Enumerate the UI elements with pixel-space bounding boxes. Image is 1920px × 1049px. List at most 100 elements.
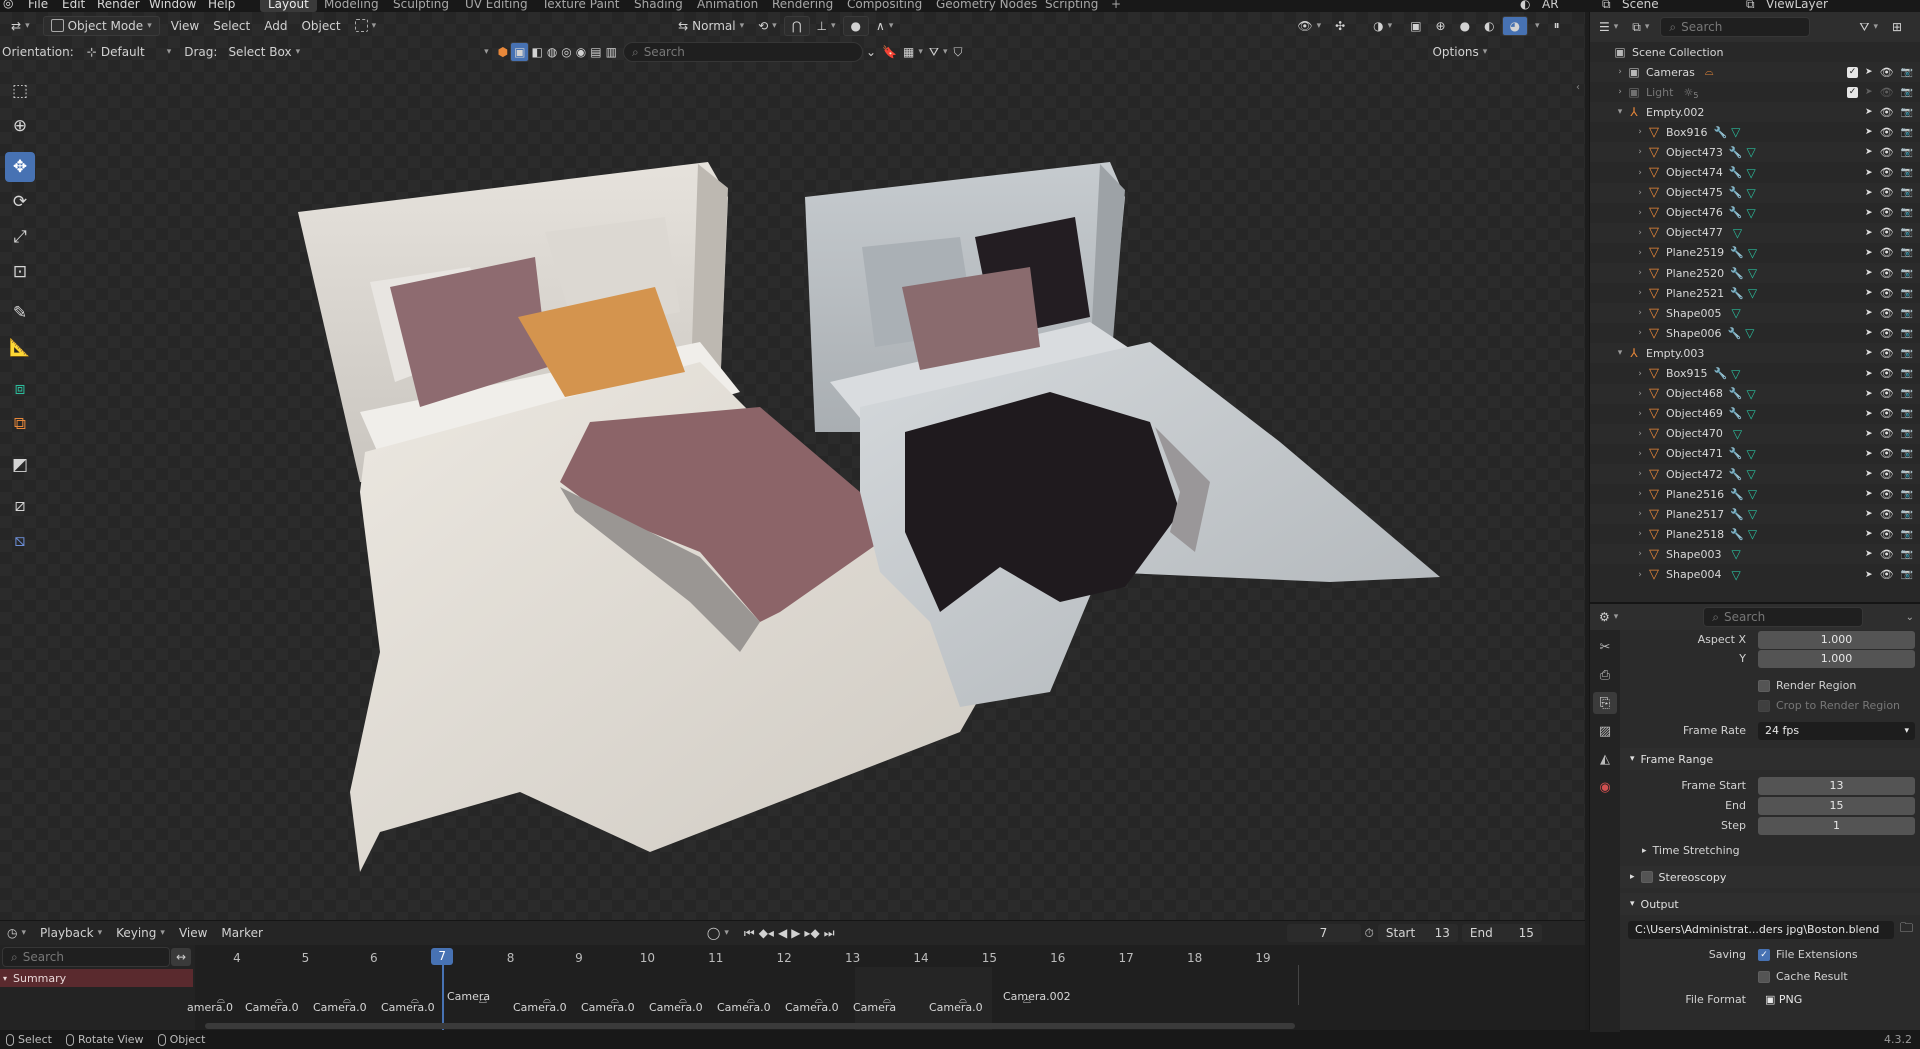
menu-help[interactable]: Help <box>208 0 235 11</box>
aspect-x-field[interactable]: 1.000 <box>1758 630 1915 649</box>
tab-workspace-sculpting[interactable]: Sculpting <box>385 0 457 11</box>
exclude-checkbox[interactable]: ✓ <box>1847 66 1859 78</box>
modifier-wrench-icon[interactable]: 🔧 <box>1729 387 1743 400</box>
outliner-search-input[interactable]: ⌕ Search <box>1660 17 1811 37</box>
play-reverse-button[interactable]: ◀ <box>776 923 789 943</box>
mesh-data-icon[interactable]: ▽ <box>1731 367 1740 381</box>
render-camera-icon[interactable]: 📷 <box>1901 448 1913 459</box>
timeline-dopesheet[interactable]: 4 5 6 7 8 9 10 11 12 13 14 15 16 17 18 19 ⌓ amera.0 ⌓ Came… <box>187 945 1585 1031</box>
tab-workspace-scripting[interactable]: Scripting <box>1037 0 1106 11</box>
visibility-eye-icon[interactable]: 👁 <box>1880 246 1894 259</box>
selectable-arrow-icon[interactable]: ➤ <box>1865 328 1873 338</box>
scene-selector[interactable]: Scene <box>1622 0 1659 11</box>
tab-scene[interactable]: ◭ <box>1593 748 1617 770</box>
render-camera-icon[interactable]: 📷 <box>1901 388 1913 399</box>
render-camera-icon[interactable]: 📷 <box>1901 107 1913 118</box>
tab-workspace-shading[interactable]: Shading <box>626 0 691 11</box>
visibility-eye-icon[interactable]: 👁 <box>1880 186 1894 199</box>
render-camera-icon[interactable]: 📷 <box>1901 569 1913 580</box>
chevron-right-icon[interactable]: › <box>1634 268 1646 278</box>
visibility-eye-icon[interactable]: 👁 <box>1880 568 1894 581</box>
chevron-right-icon[interactable]: › <box>1634 409 1646 419</box>
mesh-data-icon[interactable]: ▽ <box>1748 507 1757 521</box>
modifier-wrench-icon[interactable]: 🔧 <box>1729 447 1743 460</box>
outliner-row-object469[interactable]: › ▽ Object469 🔧 ▽ ➤ 👁 📷 <box>1590 404 1920 424</box>
render-camera-icon[interactable]: 📷 <box>1901 348 1913 359</box>
render-camera-icon[interactable]: 📷 <box>1901 368 1913 379</box>
chevron-right-icon[interactable]: › <box>1634 308 1646 318</box>
visibility-eye-icon[interactable]: 👁 <box>1880 86 1894 99</box>
properties-editor-type-button[interactable]: ⚙ ▾ <box>1596 607 1621 627</box>
mesh-data-icon[interactable]: ▽ <box>1748 266 1757 280</box>
outliner-row-box915[interactable]: › ▽ Box915 🔧 ▽ ➤ 👁 📷 <box>1590 364 1920 384</box>
selectable-arrow-icon[interactable]: ➤ <box>1865 308 1873 318</box>
folder-icon[interactable]: 🗀 <box>1900 919 1913 941</box>
chevron-right-icon[interactable]: › <box>1634 228 1646 238</box>
selectable-arrow-icon[interactable]: ➤ <box>1865 168 1873 178</box>
selectable-arrow-icon[interactable]: ➤ <box>1865 449 1873 459</box>
next-keyframe-button[interactable]: ▸◆ <box>802 923 821 943</box>
mesh-data-icon[interactable]: ▽ <box>1747 387 1756 401</box>
outliner-editor-type-button[interactable]: ☰ ▾ <box>1596 17 1621 37</box>
render-camera-icon[interactable]: 📷 <box>1901 67 1913 78</box>
outliner-row-shape004[interactable]: › ▽ Shape004 ▽ ➤ 👁 📷 <box>1590 565 1920 585</box>
visibility-eye-icon[interactable]: 👁 <box>1880 508 1894 521</box>
selectable-arrow-icon[interactable]: ➤ <box>1865 489 1873 499</box>
chevron-right-icon[interactable]: › <box>1634 248 1646 258</box>
render-camera-icon[interactable]: 📷 <box>1901 549 1913 560</box>
selectable-arrow-icon[interactable]: ➤ <box>1865 509 1873 519</box>
selectable-arrow-icon[interactable]: ➤ <box>1865 147 1873 157</box>
modifier-wrench-icon[interactable]: 🔧 <box>1730 508 1744 521</box>
visibility-eye-icon[interactable]: 👁 <box>1880 327 1894 340</box>
menu-timeline-view[interactable]: View <box>172 923 214 943</box>
mesh-data-icon[interactable]: ▽ <box>1731 306 1740 320</box>
modifier-wrench-icon[interactable]: 🔧 <box>1713 367 1727 380</box>
modifier-wrench-icon[interactable]: 🔧 <box>1729 186 1743 199</box>
visibility-eye-icon[interactable]: 👁 <box>1880 206 1894 219</box>
file-format-selector[interactable]: ▣ PNG <box>1758 991 1915 1009</box>
frame-range-panel-header[interactable]: ▾ Frame Range <box>1620 748 1920 770</box>
visibility-eye-icon[interactable]: 👁 <box>1880 548 1894 561</box>
modifier-wrench-icon[interactable]: 🔧 <box>1729 206 1743 219</box>
mesh-data-icon[interactable]: ▽ <box>1745 326 1754 340</box>
outliner-row-shape005[interactable]: › ▽ Shape005 ▽ ➤ 👁 📷 <box>1590 303 1920 324</box>
play-button[interactable]: ▶ <box>789 923 802 943</box>
ar-icon[interactable]: ◐ <box>1520 0 1530 11</box>
selectable-arrow-icon[interactable]: ➤ <box>1865 67 1873 77</box>
outliner-row-plane2521[interactable]: › ▽ Plane2521 🔧 ▽ ➤ 👁 📷 <box>1590 283 1920 303</box>
chevron-right-icon[interactable]: › <box>1634 449 1646 459</box>
render-camera-icon[interactable]: 📷 <box>1901 268 1913 279</box>
menu-keying[interactable]: Keying ▾ <box>109 923 172 943</box>
chevron-right-icon[interactable]: › <box>1634 389 1646 399</box>
outliner-row-light[interactable]: › ▣ Light ☼ 5 ✓ ➤ 👁 📷 <box>1590 82 1920 102</box>
mesh-data-icon[interactable]: ▽ <box>1747 186 1756 200</box>
visibility-eye-icon[interactable]: 👁 <box>1880 307 1894 320</box>
render-camera-icon[interactable]: 📷 <box>1901 509 1913 520</box>
outliner-row-shape006[interactable]: › ▽ Shape006 🔧 ▽ ➤ 👁 📷 <box>1590 323 1920 343</box>
modifier-wrench-icon[interactable]: 🔧 <box>1729 166 1743 179</box>
mesh-data-icon[interactable]: ▽ <box>1747 407 1756 421</box>
tab-workspace-rendering[interactable]: Rendering <box>764 0 841 11</box>
chevron-right-icon[interactable]: › <box>1634 549 1646 559</box>
chevron-right-icon[interactable]: › <box>1634 509 1646 519</box>
chevron-right-icon[interactable]: › <box>1634 168 1646 178</box>
start-frame-field[interactable]: Start 13 <box>1377 924 1458 942</box>
visibility-eye-icon[interactable]: 👁 <box>1880 146 1894 159</box>
chevron-right-icon[interactable]: › <box>1634 127 1646 137</box>
output-panel-header[interactable]: ▾ Output <box>1620 893 1920 915</box>
selectable-arrow-icon[interactable]: ➤ <box>1865 529 1873 539</box>
modifier-wrench-icon[interactable]: 🔧 <box>1730 528 1744 541</box>
selectable-arrow-icon[interactable]: ➤ <box>1865 288 1873 298</box>
visibility-eye-icon[interactable]: 👁 <box>1880 287 1894 300</box>
outliner-row-empty-002[interactable]: ▾ ⅄ Empty.002 ➤ 👁 📷 <box>1590 102 1920 123</box>
chevron-right-icon[interactable]: › <box>1614 67 1626 77</box>
outliner-row-plane2520[interactable]: › ▽ Plane2520 🔧 ▽ ➤ 👁 📷 <box>1590 263 1920 283</box>
timeline-scrollbar[interactable] <box>205 1023 1295 1029</box>
jump-start-button[interactable]: ⏮ <box>742 923 757 943</box>
preview-range-button[interactable]: ⏱ <box>1361 923 1378 943</box>
tab-workspace-animation[interactable]: Animation <box>689 0 766 11</box>
selectable-arrow-icon[interactable]: ➤ <box>1865 208 1873 218</box>
mesh-data-icon[interactable]: ▽ <box>1748 527 1757 541</box>
selectable-arrow-icon[interactable]: ➤ <box>1865 188 1873 198</box>
visibility-eye-icon[interactable]: 👁 <box>1880 447 1894 460</box>
